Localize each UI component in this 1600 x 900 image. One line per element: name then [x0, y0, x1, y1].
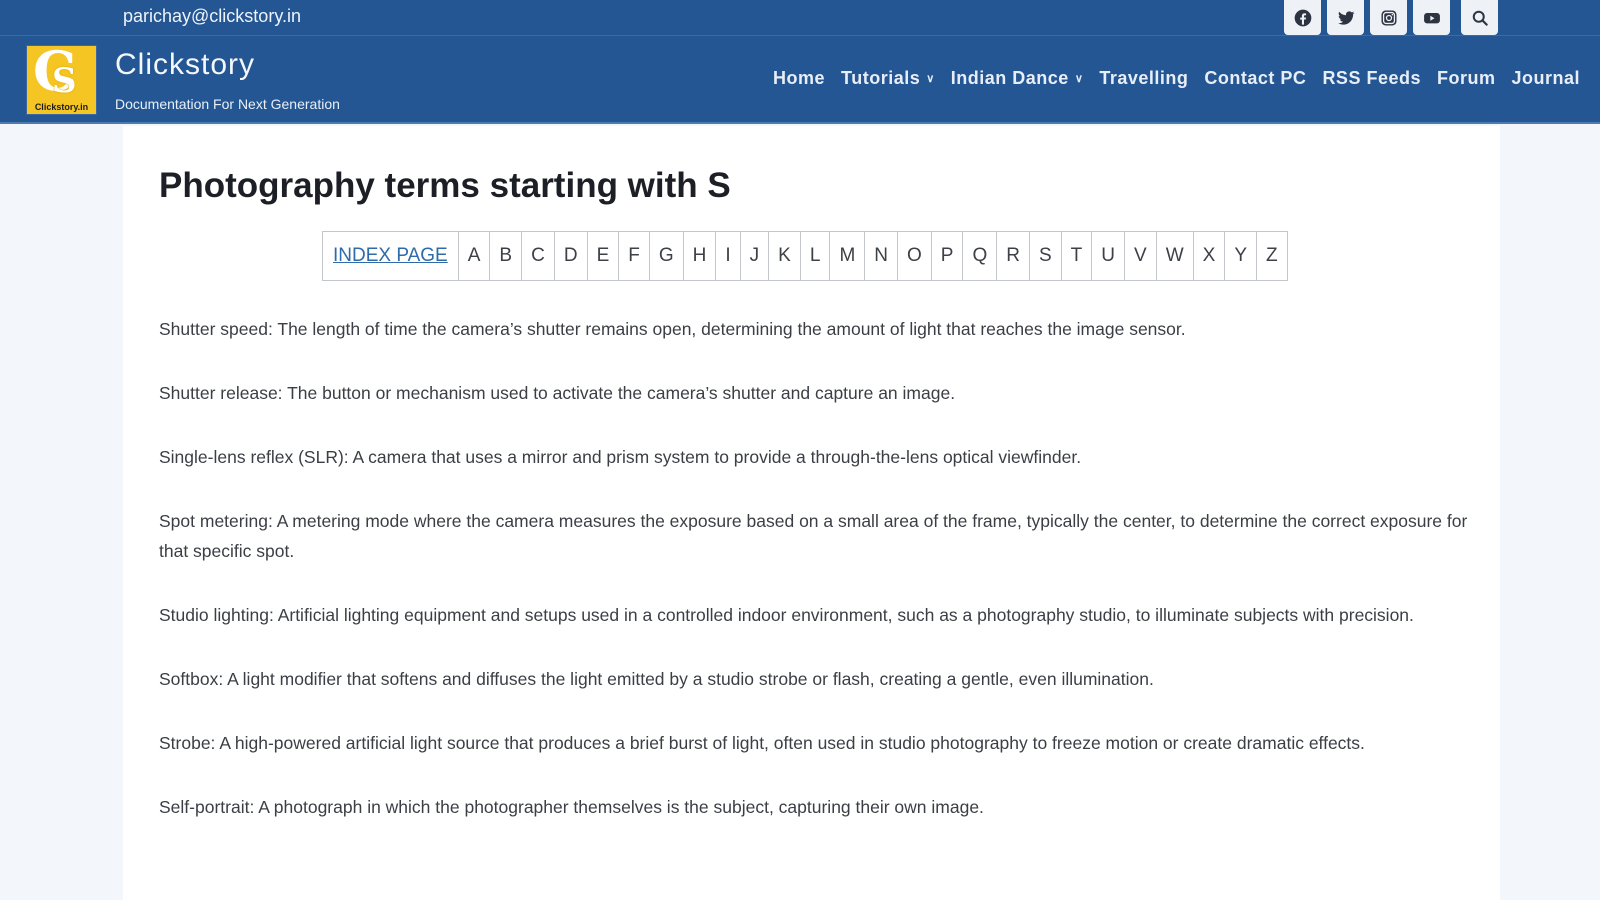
- nav-label: RSS Feeds: [1322, 68, 1421, 88]
- letter-link-l[interactable]: L: [801, 232, 831, 280]
- instagram-button[interactable]: [1370, 0, 1407, 35]
- twitter-button[interactable]: [1327, 0, 1364, 35]
- letter-link-e[interactable]: E: [588, 232, 620, 280]
- letter-link-j[interactable]: J: [741, 232, 770, 280]
- facebook-icon: [1294, 9, 1311, 26]
- site-tagline: Documentation For Next Generation: [115, 96, 340, 112]
- article-content: Photography terms starting with S INDEX …: [123, 126, 1500, 900]
- letter-link-i[interactable]: I: [716, 232, 741, 280]
- letter-link-o[interactable]: O: [898, 232, 932, 280]
- site-title[interactable]: Clickstory: [115, 48, 255, 82]
- term-shutter-release: Shutter release: The button or mechanism…: [159, 383, 956, 403]
- logo-letter-s: S: [52, 61, 77, 101]
- letter-link-h[interactable]: H: [684, 232, 717, 280]
- index-page-link[interactable]: INDEX PAGE: [323, 232, 459, 280]
- nav-label: Tutorials: [841, 68, 921, 88]
- instagram-icon: [1381, 10, 1396, 25]
- term-studio-lighting: Studio lighting: Artificial lighting equ…: [159, 605, 1414, 625]
- nav-label: Travelling: [1099, 68, 1189, 88]
- page-title: Photography terms starting with S: [159, 166, 731, 205]
- youtube-icon: [1423, 12, 1440, 23]
- nav-journal[interactable]: Journal: [1503, 68, 1588, 89]
- youtube-button[interactable]: [1413, 0, 1450, 35]
- alphabet-index: INDEX PAGE A B C D E F G H I J K L M N O…: [322, 231, 1288, 281]
- facebook-button[interactable]: [1284, 0, 1321, 35]
- letter-link-w[interactable]: W: [1157, 232, 1194, 280]
- nav-indian-dance[interactable]: Indian Dance ∨: [943, 68, 1092, 89]
- nav-label: Contact PC: [1204, 68, 1307, 88]
- letter-link-x[interactable]: X: [1194, 232, 1226, 280]
- nav-contact-pc[interactable]: Contact PC: [1196, 68, 1314, 89]
- term-strobe: Strobe: A high-powered artificial light …: [159, 733, 1365, 753]
- nav-tutorials[interactable]: Tutorials ∨: [833, 68, 943, 89]
- term-list: Shutter speed: The length of time the ca…: [159, 314, 1469, 856]
- top-bar: parichay@clickstory.in: [0, 0, 1600, 36]
- term-spot-metering: Spot metering: A metering mode where the…: [159, 511, 1468, 561]
- nav-travelling[interactable]: Travelling: [1091, 68, 1196, 89]
- term-shutter-speed: Shutter speed: The length of time the ca…: [159, 319, 1186, 339]
- twitter-icon: [1337, 10, 1355, 25]
- letter-link-q[interactable]: Q: [963, 232, 998, 280]
- letter-link-p[interactable]: P: [932, 232, 964, 280]
- letter-link-z[interactable]: Z: [1257, 232, 1287, 280]
- letter-link-a[interactable]: A: [459, 232, 491, 280]
- letter-link-m[interactable]: M: [830, 232, 866, 280]
- nav-label: Indian Dance: [950, 68, 1069, 88]
- letter-link-f[interactable]: F: [619, 232, 650, 280]
- search-icon: [1472, 10, 1488, 26]
- nav-forum[interactable]: Forum: [1429, 68, 1504, 89]
- letter-link-t[interactable]: T: [1062, 232, 1093, 280]
- logo-caption: Clickstory.in: [34, 102, 89, 112]
- letter-link-s[interactable]: S: [1030, 232, 1062, 280]
- letter-link-r[interactable]: R: [997, 232, 1030, 280]
- letter-link-b[interactable]: B: [490, 232, 523, 280]
- site-logo[interactable]: C S Clickstory.in: [26, 45, 97, 115]
- letter-link-n[interactable]: N: [865, 232, 898, 280]
- letter-link-c[interactable]: C: [522, 232, 555, 280]
- letter-link-k[interactable]: K: [769, 232, 801, 280]
- letter-link-g[interactable]: G: [650, 232, 684, 280]
- nav-home[interactable]: Home: [765, 68, 833, 89]
- letter-link-u[interactable]: U: [1092, 232, 1126, 280]
- term-slr: Single-lens reflex (SLR): A camera that …: [159, 447, 1082, 467]
- nav-label: Home: [773, 68, 826, 88]
- letter-link-v[interactable]: V: [1125, 232, 1157, 280]
- letter-link-d[interactable]: D: [555, 232, 588, 280]
- nav-label: Journal: [1511, 68, 1580, 88]
- chevron-down-icon: ∨: [926, 73, 935, 85]
- chevron-down-icon: ∨: [1074, 73, 1084, 85]
- nav-label: Forum: [1436, 68, 1496, 88]
- letter-link-y[interactable]: Y: [1225, 232, 1258, 280]
- term-softbox: Softbox: A light modifier that softens a…: [159, 669, 1154, 689]
- search-button[interactable]: [1461, 0, 1498, 35]
- site-header: C S Clickstory.in Clickstory Documentati…: [0, 36, 1600, 124]
- nav-rss-feeds[interactable]: RSS Feeds: [1314, 68, 1429, 89]
- contact-email[interactable]: parichay@clickstory.in: [123, 6, 301, 27]
- term-self-portrait: Self-portrait: A photograph in which the…: [159, 797, 984, 817]
- main-nav: Home Tutorials ∨ Indian Dance ∨ Travelling…: [765, 68, 1588, 89]
